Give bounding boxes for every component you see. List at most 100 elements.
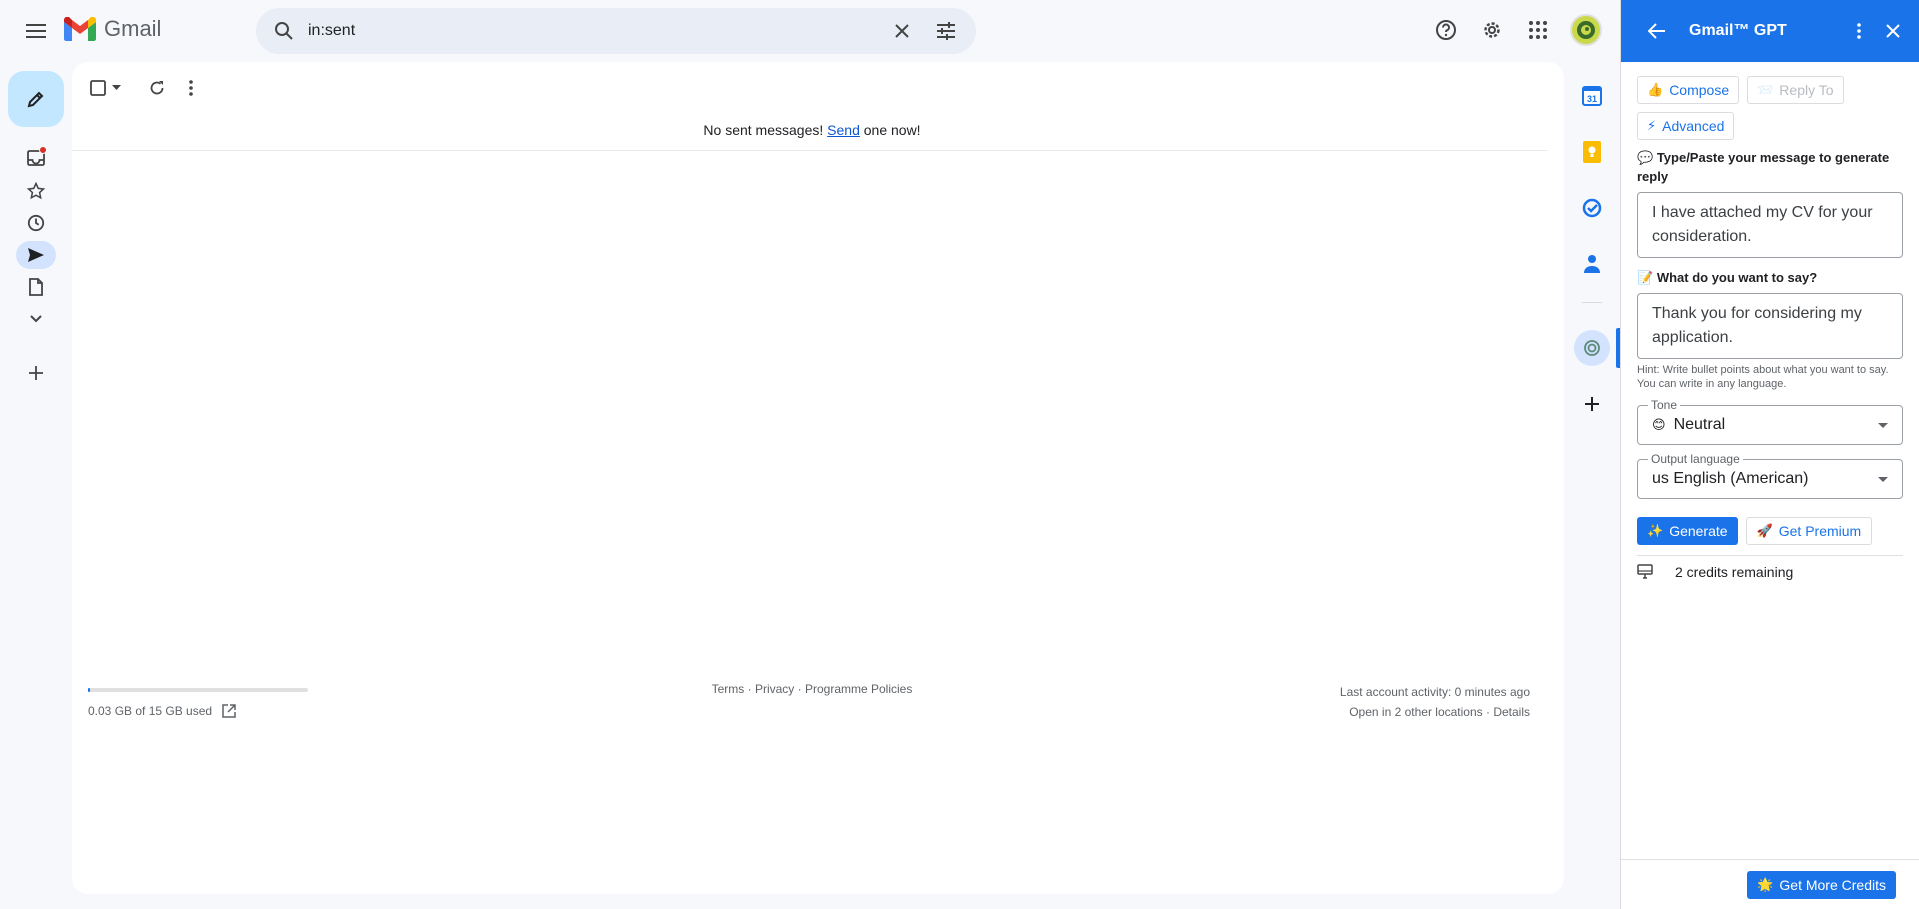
support-button[interactable] [1432, 16, 1460, 44]
message-label: 💬 Type/Paste your message to generate re… [1637, 148, 1903, 186]
compose-button[interactable] [8, 71, 64, 127]
apps-grid-icon [1529, 21, 1547, 39]
premium-label: Get Premium [1778, 523, 1862, 539]
calendar-addon[interactable]: 31 [1574, 78, 1610, 114]
advanced-tab-label: Advanced [1662, 118, 1725, 134]
gpt-addon[interactable] [1574, 330, 1610, 366]
smile-icon: 😊 [1652, 417, 1666, 432]
policies-link[interactable]: Programme Policies [805, 682, 912, 696]
clear-search-button[interactable] [886, 15, 918, 47]
unread-dot [39, 146, 47, 154]
account-avatar[interactable] [1570, 14, 1602, 46]
more-options-button[interactable] [189, 76, 193, 100]
nav-sent[interactable] [16, 241, 56, 269]
terms-link[interactable]: Terms [712, 682, 745, 696]
plus-icon [1585, 397, 1599, 411]
nav-inbox[interactable] [16, 144, 56, 172]
footer-links: Terms · Privacy · Programme Policies [72, 682, 1552, 696]
account-activity: Last account activity: 0 minutes ago Ope… [1340, 682, 1530, 722]
details-link[interactable]: Details [1493, 705, 1530, 719]
language-select[interactable]: Output language us English (American) [1637, 452, 1903, 499]
gear-icon [1484, 22, 1500, 38]
strip-divider [1582, 302, 1602, 303]
gmail-gpt-panel: Gmail™ GPT 👍 Compose 📨 Reply To ⚡ Advanced … [1620, 0, 1919, 909]
chevron-down-icon [30, 315, 42, 323]
generate-label: Generate [1669, 523, 1728, 539]
gmail-logo[interactable]: Gmail [64, 16, 161, 42]
reply-to-tab-label: Reply To [1779, 82, 1834, 98]
compose-tab[interactable]: 👍 Compose [1637, 76, 1740, 104]
monitor-icon [1637, 564, 1653, 579]
more-credits-label: Get More Credits [1779, 876, 1886, 893]
refresh-button[interactable] [149, 76, 165, 100]
nav-snoozed[interactable] [16, 209, 56, 237]
say-label-text: What do you want to say? [1656, 270, 1818, 285]
advanced-tab[interactable]: ⚡ Advanced [1637, 112, 1735, 140]
tone-value: Neutral [1673, 416, 1726, 433]
close-icon [1886, 24, 1900, 38]
open-external-icon[interactable] [222, 704, 236, 718]
help-icon [1436, 20, 1456, 40]
create-label-button[interactable] [16, 359, 56, 387]
reply-to-tab[interactable]: 📨 Reply To [1747, 76, 1844, 104]
plus-icon [29, 366, 43, 380]
credits-text: 2 credits remaining [1675, 564, 1794, 580]
generate-button[interactable]: ✨ Generate [1637, 517, 1738, 545]
gpt-menu-button[interactable] [1845, 17, 1873, 45]
glowing-star-icon: 🌟 [1757, 876, 1774, 892]
message-input[interactable]: I have attached my CV for your considera… [1637, 192, 1903, 258]
main-menu-button[interactable] [20, 18, 52, 44]
nav-more[interactable] [16, 305, 56, 333]
mail-list-panel: No sent messages! Send one now! 0.03 GB … [72, 62, 1564, 894]
rocket-icon: 🚀 [1756, 523, 1773, 538]
back-button[interactable] [1643, 17, 1671, 45]
search-options-button[interactable] [930, 15, 962, 47]
gpt-footer: 🌟 Get More Credits [1621, 859, 1919, 909]
last-activity-text: Last account activity: 0 minutes ago [1339, 685, 1530, 699]
svg-text:31: 31 [1587, 94, 1597, 104]
say-input[interactable]: Thank you for considering my application… [1637, 293, 1903, 359]
person-icon [1584, 255, 1600, 273]
settings-button[interactable] [1478, 16, 1506, 44]
clock-icon [27, 214, 45, 232]
get-addons-button[interactable] [1574, 386, 1610, 422]
tasks-addon[interactable] [1574, 190, 1610, 226]
send-link[interactable]: Send [827, 122, 860, 138]
gmail-m-icon [64, 17, 96, 41]
tone-legend: Tone [1648, 398, 1681, 412]
dropdown-caret-icon [1878, 476, 1888, 482]
contacts-addon[interactable] [1574, 246, 1610, 282]
apps-button[interactable] [1524, 16, 1552, 44]
avatar-icon [1577, 21, 1595, 39]
close-panel-button[interactable] [1879, 17, 1907, 45]
keep-addon[interactable] [1574, 134, 1610, 170]
nav-starred[interactable] [16, 177, 56, 205]
nav-drafts[interactable] [16, 273, 56, 301]
star-icon [27, 182, 45, 200]
language-value: us English (American) [1652, 470, 1809, 487]
refresh-icon [150, 81, 164, 95]
search-input[interactable] [308, 22, 874, 40]
caret-down-icon [112, 85, 121, 90]
empty-prefix: No sent messages! [703, 122, 828, 138]
calendar-icon: 31 [1582, 86, 1602, 106]
footer-sep: · [794, 682, 805, 696]
checkbox-icon [90, 80, 106, 96]
draft-icon [29, 278, 43, 296]
tune-icon [937, 22, 955, 40]
tone-select[interactable]: Tone 😊 Neutral [1637, 398, 1903, 445]
get-more-credits-button[interactable]: 🌟 Get More Credits [1747, 870, 1896, 899]
search-icon [275, 22, 293, 40]
privacy-link[interactable]: Privacy [755, 682, 794, 696]
select-all-checkbox[interactable] [90, 76, 121, 100]
openai-icon [1584, 340, 1600, 356]
send-icon [28, 248, 44, 262]
close-icon [895, 24, 909, 38]
kebab-icon [189, 80, 193, 96]
get-premium-button[interactable]: 🚀 Get Premium [1745, 517, 1873, 545]
thumbs-up-icon: 👍 [1647, 82, 1664, 97]
arrow-left-icon [1648, 23, 1665, 39]
storage-text: 0.03 GB of 15 GB used [88, 704, 213, 718]
search-button[interactable] [270, 17, 298, 45]
hint-text: Hint: Write bullet points about what you… [1637, 364, 1889, 390]
